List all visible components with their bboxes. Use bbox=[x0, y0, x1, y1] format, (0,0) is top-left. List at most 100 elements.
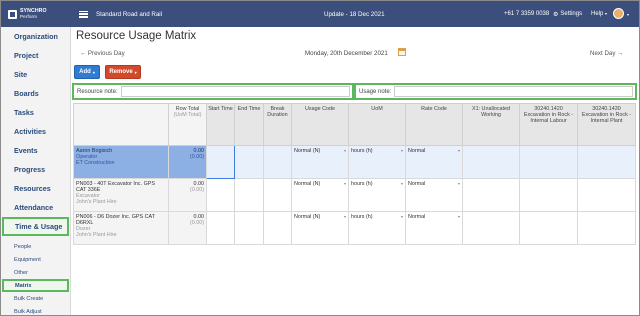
sidebar-item-organization[interactable]: Organization bbox=[1, 27, 70, 46]
avatar[interactable] bbox=[613, 8, 624, 19]
synchro-logo[interactable]: SYNCHRO Perform bbox=[1, 1, 65, 27]
internal-labour-cell[interactable] bbox=[519, 178, 578, 212]
sidebar-item-site[interactable]: Site bbox=[1, 65, 70, 84]
header-break-duration: Break Duration bbox=[263, 103, 292, 146]
x1-cell[interactable] bbox=[462, 211, 520, 245]
row-total-cell: 0.00 (0.00) bbox=[168, 211, 207, 245]
sidebar: Organization Project Site Boards Tasks A… bbox=[1, 27, 71, 315]
project-name[interactable]: Standard Road and Rail bbox=[96, 11, 162, 18]
sidebar-subitem-bulk-adjust[interactable]: Bulk Adjust bbox=[1, 305, 70, 315]
end-time-cell[interactable] bbox=[234, 145, 264, 179]
internal-labour-cell[interactable] bbox=[519, 145, 578, 179]
usage-note-row: Usage note: bbox=[354, 83, 637, 100]
help-menu[interactable]: Help ▾ bbox=[591, 11, 607, 17]
resource-note-label: Resource note: bbox=[77, 88, 118, 95]
uom-total: (0.00) bbox=[189, 187, 204, 193]
sidebar-item-boards[interactable]: Boards bbox=[1, 84, 70, 103]
table-row[interactable]: Aaron Bogisich Operator ET Construction … bbox=[73, 145, 636, 179]
sidebar-subitem-bulk-create[interactable]: Bulk Create bbox=[1, 292, 70, 305]
resource-org: John's Plant Hire bbox=[76, 232, 117, 238]
sidebar-subitem-matrix[interactable]: Matrix bbox=[2, 279, 69, 292]
usage-code-cell[interactable]: Normal (N) ▾ bbox=[291, 211, 349, 245]
usage-code-cell[interactable]: Normal (N) ▾ bbox=[291, 145, 349, 179]
internal-plant-cell[interactable] bbox=[577, 178, 636, 212]
chevron-down-icon: ▾ bbox=[605, 11, 608, 16]
next-day-link[interactable]: Next Day → bbox=[590, 50, 623, 57]
break-duration-cell[interactable] bbox=[263, 178, 292, 212]
header-uom: UoM bbox=[348, 103, 406, 146]
menu-icon[interactable] bbox=[79, 10, 88, 18]
rate-code-value: Normal bbox=[408, 214, 426, 220]
sidebar-item-resources[interactable]: Resources bbox=[1, 179, 70, 198]
table-row[interactable]: PN006 - D6 Dozer Inc. GPS CAT D6RXL Doze… bbox=[73, 211, 636, 245]
uom-cell[interactable]: hours (h) ▾ bbox=[348, 211, 406, 245]
header-resource bbox=[73, 103, 169, 146]
resource-cell[interactable]: PN006 - D6 Dozer Inc. GPS CAT D6RXL Doze… bbox=[73, 211, 169, 245]
calendar-icon[interactable] bbox=[398, 48, 406, 56]
chevron-down-icon: ▾ bbox=[92, 69, 95, 75]
rate-code-cell[interactable]: Normal ▾ bbox=[405, 211, 463, 245]
sidebar-item-activities[interactable]: Activities bbox=[1, 122, 70, 141]
internal-plant-cell[interactable] bbox=[577, 145, 636, 179]
update-label[interactable]: Update - 18 Dec 2021 bbox=[324, 11, 385, 18]
usage-code-cell[interactable]: Normal (N) ▾ bbox=[291, 178, 349, 212]
table-row[interactable]: PN003 - 40T Excavator Inc. GPS CAT 336E … bbox=[73, 178, 636, 212]
usage-note-input[interactable] bbox=[394, 86, 633, 97]
header-end-time: End Time bbox=[234, 103, 264, 146]
resource-note-input[interactable] bbox=[120, 86, 350, 97]
sidebar-subitem-equipment[interactable]: Equipment bbox=[1, 253, 70, 266]
gear-icon: ⚙ bbox=[553, 11, 559, 18]
resource-cell[interactable]: Aaron Bogisich Operator ET Construction bbox=[73, 145, 169, 179]
internal-plant-cell[interactable] bbox=[577, 211, 636, 245]
settings-link[interactable]: ⚙ Settings bbox=[553, 11, 582, 18]
usage-code-value: Normal (N) bbox=[294, 148, 321, 154]
start-time-cell[interactable] bbox=[206, 211, 235, 245]
sidebar-subitem-other[interactable]: Other bbox=[1, 266, 70, 279]
resource-cell[interactable]: PN003 - 40T Excavator Inc. GPS CAT 336E … bbox=[73, 178, 169, 212]
start-time-cell[interactable] bbox=[206, 178, 235, 212]
settings-label: Settings bbox=[560, 11, 583, 17]
end-time-cell[interactable] bbox=[234, 178, 264, 212]
x1-cell[interactable] bbox=[462, 145, 520, 179]
header-row-total: Row Total (UoM Total) bbox=[168, 103, 207, 146]
remove-button[interactable]: Remove ▾ bbox=[105, 65, 141, 79]
previous-day-link[interactable]: ← Previous Day bbox=[80, 50, 125, 57]
rate-code-cell[interactable]: Normal ▾ bbox=[405, 145, 463, 179]
break-duration-cell[interactable] bbox=[263, 145, 292, 179]
rate-code-cell[interactable]: Normal ▾ bbox=[405, 178, 463, 212]
uom-cell[interactable]: hours (h) ▾ bbox=[348, 145, 406, 179]
internal-labour-cell[interactable] bbox=[519, 211, 578, 245]
sidebar-item-time-usage[interactable]: Time & Usage bbox=[2, 217, 69, 236]
chevron-down-icon: ▾ bbox=[400, 214, 403, 219]
resource-org: John's Plant Hire bbox=[76, 199, 117, 205]
add-button-label: Add bbox=[79, 69, 91, 75]
date-navigation: ← Previous Day Monday, 20th December 202… bbox=[72, 47, 635, 60]
chevron-down-icon: ▾ bbox=[134, 69, 137, 75]
sidebar-item-attendance[interactable]: Attendance bbox=[1, 198, 70, 217]
header-x1-unallocated: X1: Unallocated Working bbox=[462, 103, 520, 146]
end-time-cell[interactable] bbox=[234, 211, 264, 245]
x1-cell[interactable] bbox=[462, 178, 520, 212]
sidebar-item-events[interactable]: Events bbox=[1, 141, 70, 160]
uom-cell[interactable]: hours (h) ▾ bbox=[348, 178, 406, 212]
chevron-down-icon[interactable]: ▾ bbox=[627, 12, 629, 17]
row-total-cell: 0.00 (0.00) bbox=[168, 145, 207, 179]
usage-note-label: Usage note: bbox=[359, 88, 392, 95]
usage-code-value: Normal (N) bbox=[294, 214, 321, 220]
chevron-down-icon: ▾ bbox=[457, 181, 460, 186]
header-usage-code: Usage Code bbox=[291, 103, 349, 146]
page-title: Resource Usage Matrix bbox=[76, 30, 197, 42]
chevron-down-icon: ▾ bbox=[400, 181, 403, 186]
sidebar-subitem-people[interactable]: People bbox=[1, 240, 70, 253]
sidebar-item-project[interactable]: Project bbox=[1, 46, 70, 65]
sidebar-item-tasks[interactable]: Tasks bbox=[1, 103, 70, 122]
rate-code-value: Normal bbox=[408, 148, 426, 154]
start-time-cell[interactable] bbox=[206, 145, 235, 179]
table-header-row: Row Total (UoM Total) Start Time End Tim… bbox=[73, 103, 636, 146]
add-button[interactable]: Add ▾ bbox=[74, 65, 100, 79]
uom-value: hours (h) bbox=[351, 214, 373, 220]
current-date: Monday, 20th December 2021 bbox=[305, 50, 388, 57]
break-duration-cell[interactable] bbox=[263, 211, 292, 245]
sidebar-item-progress[interactable]: Progress bbox=[1, 160, 70, 179]
resource-name: PN006 - D6 Dozer Inc. GPS CAT D6RXL bbox=[76, 214, 155, 226]
